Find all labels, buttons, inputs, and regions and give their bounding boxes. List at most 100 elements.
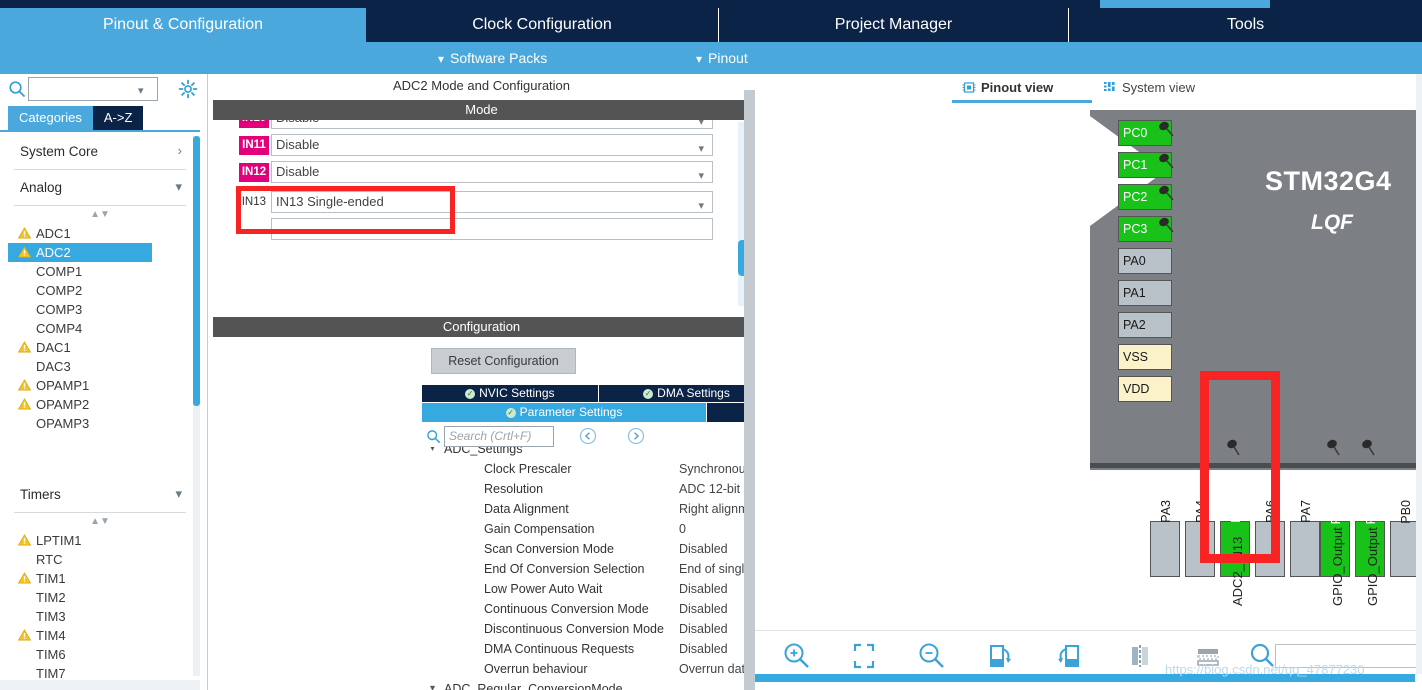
tab-parameter-settings[interactable]: ✓ Parameter Settings bbox=[422, 403, 707, 422]
pushpin-icon bbox=[1159, 153, 1174, 169]
panel-splitter[interactable] bbox=[744, 74, 755, 690]
chevron-right-circle-icon[interactable] bbox=[627, 427, 645, 445]
pin-signal-pc4: GPIO_Output bbox=[1330, 527, 1345, 606]
tree-group-system-core[interactable]: System Core › bbox=[14, 134, 186, 170]
sidebar-item-comp1[interactable]: COMP1 bbox=[0, 262, 200, 281]
sidebar-item-comp4[interactable]: COMP4 bbox=[0, 319, 200, 338]
pin-pa3[interactable]: PA3 bbox=[1150, 500, 1180, 577]
sidebar-item-label: OPAMP1 bbox=[36, 378, 90, 393]
tab-nvic-settings[interactable]: ✓ NVIC Settings bbox=[422, 385, 599, 402]
sub-tab-bar: ▾ Software Packs ▾ Pinout bbox=[0, 42, 1422, 74]
mode-section-header: Mode bbox=[213, 100, 750, 120]
search-input[interactable] bbox=[28, 77, 158, 101]
sidebar-item-label: TIM2 bbox=[36, 590, 66, 605]
pin-label: PC3 bbox=[1123, 222, 1148, 236]
channel-select-in10[interactable]: Disable ▾ bbox=[271, 120, 713, 129]
sidebar-item-label: TIM4 bbox=[36, 628, 66, 643]
pin-vss[interactable]: VSS bbox=[1118, 344, 1172, 370]
pin-vdd[interactable]: VDD bbox=[1118, 376, 1172, 402]
tab-tools[interactable]: Tools bbox=[1069, 8, 1422, 42]
category-tab-group: Categories A->Z bbox=[8, 106, 144, 130]
sidebar-item-tim1[interactable]: TIM1 bbox=[0, 569, 200, 588]
chevron-down-icon: ▾ bbox=[438, 52, 445, 66]
pin-pa1[interactable]: PA1 bbox=[1118, 280, 1172, 306]
tab-clock-configuration[interactable]: Clock Configuration bbox=[366, 8, 719, 42]
sidebar-item-label: COMP2 bbox=[36, 283, 83, 298]
mode-configuration-panel: ADC2 Mode and Configuration Mode IN10 Di… bbox=[209, 74, 952, 690]
pin-label: PC2 bbox=[1123, 190, 1148, 204]
param-group-label: ADC_Regular_ConversionMode bbox=[444, 682, 623, 690]
sidebar-item-adc2[interactable]: ADC2 bbox=[8, 243, 152, 262]
pushpin-icon bbox=[1227, 439, 1240, 456]
pin-pa2[interactable]: PA2 bbox=[1118, 312, 1172, 338]
pin-pa6[interactable]: PA6 bbox=[1255, 500, 1285, 577]
gear-icon[interactable] bbox=[178, 79, 198, 99]
pin-signal-pc5: GPIO_Output bbox=[1365, 527, 1380, 606]
sidebar-item-opamp1[interactable]: OPAMP1 bbox=[0, 376, 200, 395]
channel-select-in11[interactable]: Disable ▾ bbox=[271, 134, 713, 156]
sidebar-item-comp3[interactable]: COMP3 bbox=[0, 300, 200, 319]
tab-categories[interactable]: Categories bbox=[8, 106, 93, 130]
tree-group-label: System Core bbox=[20, 144, 99, 159]
menu-pinout[interactable]: ▾ Pinout bbox=[696, 42, 748, 74]
reset-configuration-button[interactable]: Reset Configuration bbox=[431, 348, 576, 374]
chip-part-number: STM32G4 bbox=[1265, 166, 1392, 196]
sidebar-item-opamp3[interactable]: OPAMP3 bbox=[0, 414, 200, 433]
tab-project-manager[interactable]: Project Manager bbox=[719, 8, 1069, 42]
tree-scrollbar-thumb[interactable] bbox=[193, 136, 200, 406]
sidebar-item-dac3[interactable]: DAC3 bbox=[0, 357, 200, 376]
tab-a-to-z[interactable]: A->Z bbox=[92, 106, 144, 130]
chevron-down-icon: ▾ bbox=[698, 200, 704, 212]
sidebar-item-tim2[interactable]: TIM2 bbox=[0, 588, 200, 607]
chip-diagram[interactable]: STM32G4 LQF PC0 GPIO_Output PC1 GPIO_Out… bbox=[755, 106, 1422, 654]
component-tree-panel: ▾ Categories A->Z System Core › Analog ▾… bbox=[0, 74, 208, 690]
fit-icon[interactable] bbox=[847, 639, 881, 673]
chip-icon bbox=[962, 82, 976, 93]
channel-tag: IN11 bbox=[239, 136, 269, 155]
channel-select-in12[interactable]: Disable ▾ bbox=[271, 161, 713, 183]
flip-icon[interactable] bbox=[1123, 639, 1157, 673]
zoom-in-icon[interactable] bbox=[780, 639, 814, 673]
sidebar-item-opamp2[interactable]: OPAMP2 bbox=[0, 395, 200, 414]
warning-icon bbox=[18, 379, 31, 391]
sidebar-item-rtc[interactable]: RTC bbox=[0, 550, 200, 569]
tab-pinout-view[interactable]: Pinout view bbox=[962, 76, 1053, 100]
tab-label: System view bbox=[1122, 80, 1195, 95]
menu-software-packs[interactable]: ▾ Software Packs bbox=[438, 42, 547, 74]
chevron-left-circle-icon[interactable] bbox=[579, 427, 597, 445]
highlight-box-pin-pa5-right bbox=[1271, 371, 1280, 563]
parameter-search-input[interactable]: Search (Crtl+F) bbox=[444, 426, 554, 447]
tab-pinout-configuration[interactable]: Pinout & Configuration bbox=[0, 8, 366, 42]
param-value: 0 bbox=[679, 522, 686, 536]
mode-row-in12: IN12 Disable ▾ bbox=[213, 160, 750, 187]
tree-scroll-up-handle[interactable]: ▲▼ bbox=[0, 206, 200, 224]
tab-system-view[interactable]: System view bbox=[1103, 76, 1195, 100]
sidebar-item-lptim1[interactable]: LPTIM1 bbox=[0, 531, 200, 550]
highlight-box-pin-pa5-left bbox=[1200, 371, 1209, 563]
sidebar-item-label: TIM1 bbox=[36, 571, 66, 586]
sidebar-item-comp2[interactable]: COMP2 bbox=[0, 281, 200, 300]
tree-search-row: ▾ bbox=[0, 74, 208, 104]
zoom-out-icon[interactable] bbox=[915, 639, 949, 673]
tab-label: DMA Settings bbox=[657, 386, 730, 400]
sidebar-item-adc1[interactable]: ADC1 bbox=[0, 224, 200, 243]
sidebar-item-tim3[interactable]: TIM3 bbox=[0, 607, 200, 626]
right-panel-scrollbar[interactable] bbox=[1416, 74, 1422, 674]
param-value: Disabled bbox=[679, 582, 728, 596]
sidebar-item-tim6[interactable]: TIM6 bbox=[0, 645, 200, 664]
tree-horizontal-scrollbar[interactable] bbox=[0, 680, 200, 690]
param-value: Disabled bbox=[679, 602, 728, 616]
sidebar-item-tim4[interactable]: TIM4 bbox=[0, 626, 200, 645]
tree-scroll-up-handle-2[interactable]: ▲▼ bbox=[0, 513, 200, 531]
pin-label: VDD bbox=[1123, 382, 1150, 396]
grid-icon bbox=[1104, 82, 1115, 91]
pin-pa0[interactable]: PA0 bbox=[1118, 248, 1172, 274]
rotate-right-icon[interactable] bbox=[983, 639, 1017, 673]
pin-label: VSS bbox=[1123, 350, 1149, 364]
pin-pa7[interactable]: PA7 bbox=[1290, 500, 1320, 577]
channel-value: Disable bbox=[276, 120, 319, 125]
tree-group-analog[interactable]: Analog ▾ bbox=[14, 170, 186, 206]
tree-group-timers[interactable]: Timers ▾ bbox=[14, 477, 186, 513]
sidebar-item-dac1[interactable]: DAC1 bbox=[0, 338, 200, 357]
rotate-left-icon[interactable] bbox=[1052, 639, 1086, 673]
